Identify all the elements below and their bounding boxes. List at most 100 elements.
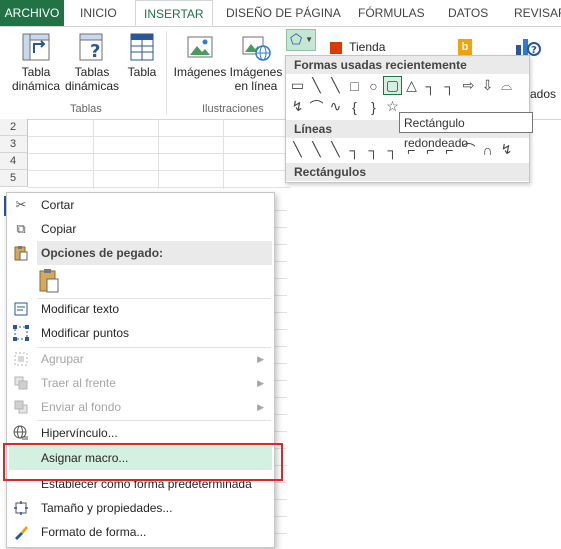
rounded-rectangle-shape-icon[interactable]: ▢ [383, 76, 402, 95]
hyperlink-icon [13, 425, 29, 441]
menu-item-edit-text[interactable]: Modificar texto [7, 297, 274, 321]
tab-archivo[interactable]: ARCHIVO [0, 0, 64, 26]
rectangle-shape-icon[interactable]: □ [345, 76, 364, 95]
tab-inicio[interactable]: INICIO [80, 0, 117, 26]
menu-item-copy[interactable]: ⧉ Copiar [7, 217, 274, 241]
grid-col-line [223, 119, 224, 189]
store-label: Tienda [349, 40, 386, 54]
row-header-2[interactable]: 2 [0, 119, 28, 136]
menu-item-bring-front[interactable]: Traer al frente ▶ [7, 371, 274, 395]
group-label-tables: Tablas [70, 103, 102, 115]
picture-icon [187, 36, 213, 58]
menu-item-label: Traer al frente [41, 376, 116, 390]
menu-item-send-back[interactable]: Enviar al fondo ▶ [7, 395, 274, 419]
line-shape-icon[interactable]: ╲ [307, 76, 326, 95]
table-icon [130, 33, 154, 61]
elbow-connector-shape-icon[interactable]: ┐ [421, 76, 440, 95]
down-arrow-shape-icon[interactable]: ⇩ [478, 76, 497, 95]
group-label-illustrations: Ilustraciones [202, 103, 264, 115]
pivot-table-button[interactable]: Tabla dinámica [8, 31, 64, 93]
online-picture-icon [242, 36, 271, 61]
submenu-arrow-icon: ▶ [257, 354, 264, 364]
arc-shape-icon[interactable]: ⌒ [307, 97, 326, 116]
freeform-shape-icon[interactable]: ∩ [478, 140, 497, 159]
right-arrow-shape-icon[interactable]: ⇨ [459, 76, 478, 95]
line-shape-icon[interactable]: ╲ [288, 140, 307, 159]
store-button[interactable]: Tienda [330, 40, 385, 56]
menu-item-label: Modificar puntos [41, 326, 130, 340]
menu-item-group[interactable]: Agrupar ▶ [7, 347, 274, 371]
menu-item-edit-points[interactable]: Modificar puntos [7, 321, 274, 345]
online-images-button[interactable]: Imágenes en línea [228, 31, 284, 93]
table-label: Tabla [127, 65, 157, 79]
elbow-arrow-shape-icon[interactable]: ┐ [440, 76, 459, 95]
oval-shape-icon[interactable]: ○ [364, 76, 383, 95]
send-back-icon [13, 399, 29, 415]
arrow-line-shape-icon[interactable]: ╲ [326, 76, 345, 95]
menu-item-label: Modificar texto [41, 302, 120, 316]
shapes-button[interactable]: ⬠ ▼ [286, 29, 316, 51]
ribbon-tab-bar: ARCHIVO INICIO INSERTAR DISEÑO DE PÁGINA… [0, 0, 561, 27]
paste-keep-format-button[interactable] [37, 267, 65, 295]
double-arrow-line-shape-icon[interactable]: ╲ [326, 140, 345, 159]
menu-item-label: Cortar [41, 198, 75, 212]
group-separator [166, 31, 167, 115]
menu-item-size-properties[interactable]: Tamaño y propiedades... [7, 496, 274, 520]
submenu-arrow-icon: ▶ [257, 402, 264, 412]
bring-front-icon [13, 375, 29, 391]
highlight-callout-box [3, 443, 283, 481]
freeform-shape-icon[interactable]: ↯ [288, 97, 307, 116]
arrow-line-shape-icon[interactable]: ╲ [307, 140, 326, 159]
snip-shape-icon[interactable]: ⌓ [497, 76, 516, 95]
svg-text:?: ? [531, 45, 537, 56]
row-header-5[interactable]: 5 [0, 170, 28, 187]
svg-text:?: ? [90, 41, 100, 62]
tab-insertar[interactable]: INSERTAR [135, 0, 213, 26]
elbow-double-arrow-shape-icon[interactable]: ┐ [383, 140, 402, 159]
menu-item-label: Tamaño y propiedades... [41, 501, 173, 515]
elbow-connector-shape-icon[interactable]: ┐ [345, 140, 364, 159]
menu-item-label: Hipervínculo... [41, 426, 118, 440]
menu-item-hyperlink[interactable]: Hipervínculo... [7, 421, 274, 445]
tab-revisar[interactable]: REVISAR [514, 0, 561, 26]
right-brace-shape-icon[interactable]: } [364, 97, 383, 116]
grid-row [28, 170, 290, 188]
left-brace-shape-icon[interactable]: { [345, 97, 364, 116]
triangle-shape-icon[interactable]: △ [402, 76, 421, 95]
curve-shape-icon[interactable]: ∿ [326, 97, 345, 116]
tab-diseno-pagina[interactable]: DISEÑO DE PÁGINA [226, 0, 341, 26]
menu-item-cut[interactable]: ✂ Cortar [7, 193, 274, 217]
textbox-shape-icon[interactable]: ▭ [288, 76, 307, 95]
grid-row [28, 136, 290, 154]
recommended-pivot-button[interactable]: ? Tablas dinámicas [64, 31, 120, 93]
paste-options-header: Opciones de pegado: [37, 241, 272, 265]
pivot-table-icon [22, 33, 50, 61]
images-button[interactable]: Imágenes [172, 31, 228, 79]
edit-points-icon [13, 325, 29, 341]
grid-row [28, 119, 290, 137]
pivot-table-label: Tabla dinámica [11, 65, 61, 93]
bing-maps-icon[interactable]: b [458, 39, 472, 55]
elbow-arrow-shape-icon[interactable]: ┐ [364, 140, 383, 159]
row-header-4[interactable]: 4 [0, 153, 28, 170]
menu-item-format-shape[interactable]: Formato de forma... [7, 520, 274, 544]
grid-row [28, 153, 290, 171]
scissors-icon: ✂ [15, 197, 27, 212]
menu-item-label: Formato de forma... [41, 525, 147, 539]
paste-icon [13, 245, 29, 261]
shapes-icon: ⬠ [290, 31, 303, 47]
scribble-shape-icon[interactable]: ↯ [497, 140, 516, 159]
online-images-label: Imágenes en línea [229, 65, 283, 93]
tab-datos[interactable]: DATOS [448, 0, 488, 26]
recommended-charts-label-partial: ados [530, 87, 557, 101]
menu-item-label: Copiar [41, 222, 77, 236]
group-icon [13, 351, 29, 367]
clipboard-icon [39, 269, 59, 293]
shapes-rectangles-header: Rectángulos [286, 163, 529, 181]
tab-formulas[interactable]: FÓRMULAS [358, 0, 425, 26]
menu-item-paste-options: Opciones de pegado: [7, 241, 274, 265]
format-shape-icon [13, 524, 29, 540]
table-button[interactable]: Tabla [122, 31, 162, 79]
edit-text-icon [13, 301, 29, 317]
row-header-3[interactable]: 3 [0, 136, 28, 153]
